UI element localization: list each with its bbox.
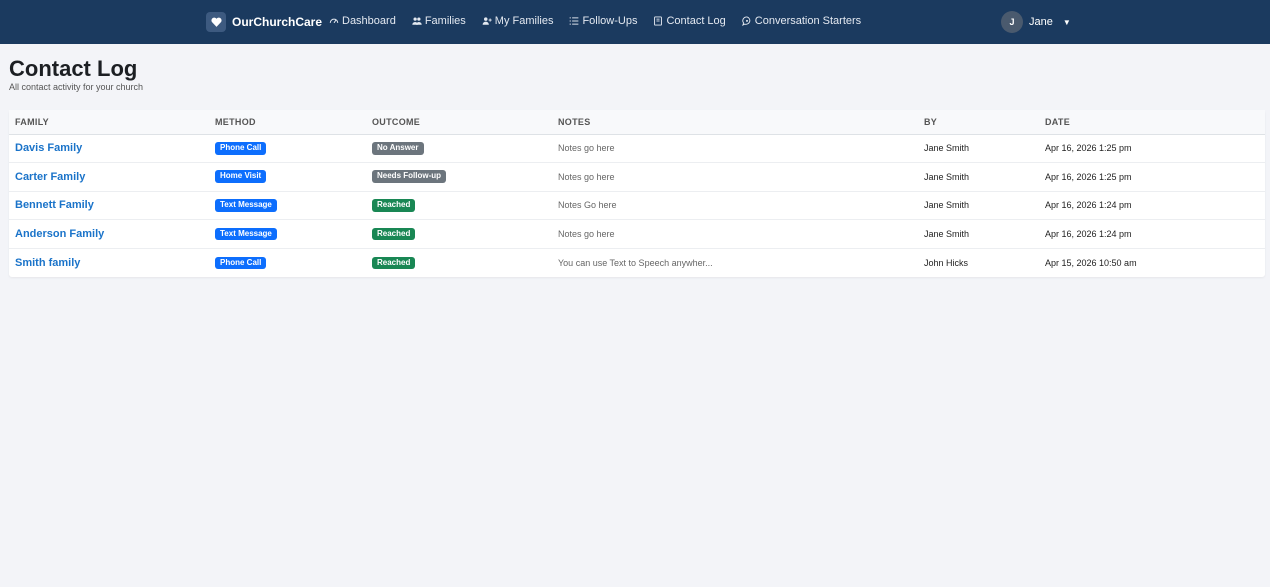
nav-follow-ups[interactable]: Follow-Ups (569, 15, 637, 27)
user-name: Jane (1029, 16, 1053, 28)
brand-link[interactable]: OurChurchCare (206, 12, 322, 32)
family-link[interactable]: Smith family (15, 257, 80, 269)
column-header-by: BY (918, 110, 1039, 135)
date-cell: Apr 16, 2026 1:25 pm (1039, 134, 1265, 164)
page-title: Contact Log (9, 56, 138, 81)
nav-dashboard[interactable]: Dashboard (329, 15, 396, 27)
table-header-row: FAMILY METHOD OUTCOME NOTES BY DATE (9, 110, 1265, 135)
column-header-outcome: OUTCOME (366, 110, 552, 135)
nav-contact-log[interactable]: Contact Log (653, 15, 726, 27)
column-header-date: DATE (1039, 110, 1265, 135)
table-row: Anderson Family Text Message Reached Not… (9, 219, 1265, 249)
list-icon (569, 16, 579, 26)
column-header-family: FAMILY (9, 110, 209, 135)
method-badge: Home Visit (215, 170, 267, 184)
gauge-icon (329, 16, 339, 26)
date-cell: Apr 15, 2026 10:50 am (1045, 257, 1137, 268)
by-cell: Jane Smith (918, 191, 1039, 221)
user-menu[interactable]: J Jane ▼ (1001, 11, 1071, 33)
contact-log-table: FAMILY METHOD OUTCOME NOTES BY DATE Davi… (9, 110, 1265, 277)
nav-conversation-starters-label: Conversation Starters (754, 15, 862, 27)
contact-log-table-card: FAMILY METHOD OUTCOME NOTES BY DATE Davi… (9, 110, 1265, 277)
outcome-badge: Reached (372, 199, 416, 212)
top-navbar: OurChurchCare Dashboard Families My Fami… (0, 0, 1270, 44)
family-link[interactable]: Carter Family (15, 171, 85, 183)
journal-icon (653, 16, 663, 26)
people-icon (412, 16, 422, 26)
heart-icon (206, 12, 226, 32)
method-badge: Phone Call (215, 256, 267, 270)
by-cell: Jane Smith (918, 162, 1039, 192)
notes-cell: Notes go here (552, 219, 918, 249)
by-cell: Jane Smith (918, 134, 1039, 164)
column-header-notes: NOTES (552, 110, 918, 135)
method-badge: Text Message (215, 199, 277, 212)
family-link[interactable]: Davis Family (15, 142, 82, 154)
nav-contact-log-label: Contact Log (666, 15, 726, 27)
column-header-method: METHOD (209, 110, 366, 135)
notes-cell: Notes go here (552, 162, 918, 192)
nav-families[interactable]: Families (412, 15, 466, 27)
nav-conversation-starters[interactable]: Conversation Starters (741, 15, 862, 27)
avatar: J (1001, 11, 1023, 33)
notes-cell: Notes go here (552, 134, 918, 164)
table-row: Bennett Family Text Message Reached Note… (9, 191, 1265, 221)
nav-follow-ups-label: Follow-Ups (582, 15, 638, 27)
date-cell: Apr 16, 2026 1:24 pm (1039, 219, 1265, 249)
brand-name: OurChurchCare (232, 15, 323, 29)
notes-cell: You can use Text to Speech anywher... (558, 257, 713, 268)
table-row: Smith family Phone Call Reached You can … (9, 248, 1265, 277)
nav-my-families[interactable]: My Families (482, 15, 554, 27)
method-badge: Text Message (215, 227, 277, 241)
person-plus-icon (482, 16, 492, 26)
family-link[interactable]: Bennett Family (15, 199, 94, 211)
by-cell: John Hicks (924, 257, 969, 268)
family-link[interactable]: Anderson Family (15, 228, 104, 240)
nav-links: Dashboard Families My Families Follow-Up… (329, 15, 861, 27)
table-row: Davis Family Phone Call No Answer Notes … (9, 134, 1265, 164)
date-cell: Apr 16, 2026 1:25 pm (1039, 162, 1265, 192)
nav-families-label: Families (424, 15, 466, 27)
outcome-badge: Reached (372, 227, 416, 241)
outcome-badge: Needs Follow-up (372, 170, 446, 184)
chat-icon (741, 16, 752, 26)
page-subtitle: All contact activity for your church (9, 82, 144, 92)
nav-dashboard-label: Dashboard (342, 15, 396, 27)
outcome-badge: No Answer (372, 141, 424, 155)
date-cell: Apr 16, 2026 1:24 pm (1039, 191, 1265, 221)
notes-cell: Notes Go here (552, 191, 918, 221)
outcome-badge: Reached (372, 256, 416, 270)
caret-down-icon: ▼ (1062, 17, 1071, 27)
method-badge: Phone Call (215, 141, 267, 155)
by-cell: Jane Smith (918, 219, 1039, 249)
table-row: Carter Family Home Visit Needs Follow-up… (9, 162, 1265, 192)
nav-my-families-label: My Families (494, 15, 554, 27)
